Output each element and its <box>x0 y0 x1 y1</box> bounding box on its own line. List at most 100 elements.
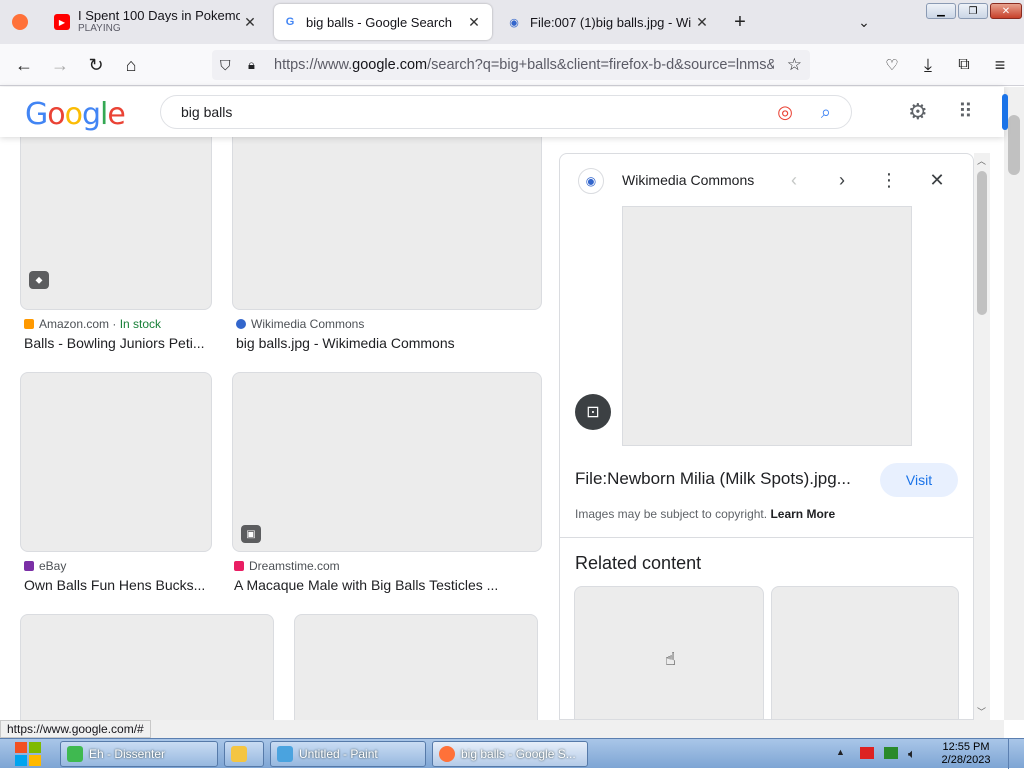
page-scroll-thumb[interactable] <box>1008 115 1020 175</box>
tracking-protection-icon[interactable]: ⛉ <box>220 57 231 74</box>
restore-button[interactable]: ❐ <box>958 3 988 19</box>
clock[interactable]: 12:55 PM 2/28/2023 <box>934 741 998 767</box>
tab-strip: ▶ I Spent 100 Days in Pokemon PLAYING ✕ … <box>0 0 1024 44</box>
result-image[interactable] <box>232 137 542 310</box>
result-title[interactable]: big balls.jpg - Wikimedia Commons <box>236 335 536 351</box>
logo-letter: G <box>25 97 48 132</box>
start-button[interactable] <box>8 740 48 768</box>
tab-title: I Spent 100 Days in Pokemon <box>78 9 240 22</box>
app-menu-icon[interactable]: ≡ <box>986 51 1014 79</box>
home-button[interactable]: ⌂ <box>117 51 145 79</box>
scroll-down-arrow-icon[interactable]: ﹀ <box>977 705 986 718</box>
preview-image[interactable] <box>622 206 912 446</box>
result-source[interactable]: Wikimedia Commons <box>236 317 364 331</box>
panel-header: ◉ Wikimedia Commons ‹ › ⋮ ✕ <box>560 154 973 206</box>
dissenter-icon <box>67 746 83 762</box>
taskbar-explorer[interactable] <box>224 741 264 767</box>
panel-source[interactable]: Wikimedia Commons <box>622 172 754 188</box>
new-tab-button[interactable]: + <box>726 8 754 36</box>
related-heading: Related content <box>575 553 702 573</box>
url-text[interactable]: https://www.google.com/search?q=big+ball… <box>274 57 774 73</box>
tab-wikimedia[interactable]: ◉ File:007 (1)big balls.jpg - Wiki ✕ <box>498 4 720 40</box>
search-icon[interactable]: ⌕ <box>821 102 831 123</box>
paint-icon <box>277 746 293 762</box>
scroll-up-arrow-icon[interactable]: ︿ <box>977 154 986 167</box>
list-all-tabs-icon[interactable]: ⌄ <box>850 8 878 36</box>
logo-letter: e <box>107 97 125 132</box>
taskbar-paint[interactable]: Untitled - Paint <box>270 741 426 767</box>
lock-icon[interactable]: 🔒︎ <box>248 57 255 73</box>
google-header: Google ◎ ⌕ ⚙ ⠿ <box>0 87 1004 137</box>
bookmark-star-icon[interactable]: ☆ <box>787 55 802 75</box>
logo-letter: o <box>47 97 65 132</box>
forward-button[interactable]: → <box>46 51 74 79</box>
tab-google-search[interactable]: G big balls - Google Search ✕ <box>274 4 492 40</box>
result-image[interactable]: ▣ <box>232 372 542 552</box>
result-image[interactable]: ⬥ <box>20 137 212 310</box>
apps-grid-icon[interactable]: ⠿ <box>958 99 973 124</box>
lens-search-icon[interactable]: ⊡ <box>575 394 611 430</box>
visit-button[interactable]: Visit <box>880 463 958 497</box>
more-options-icon[interactable]: ⋮ <box>877 168 901 192</box>
result-title[interactable]: A Macaque Male with Big Balls Testicles … <box>234 577 540 593</box>
related-image[interactable] <box>771 586 959 719</box>
result-image[interactable] <box>20 372 212 552</box>
google-logo[interactable]: Google <box>25 97 126 132</box>
reload-button[interactable]: ↻ <box>82 51 110 79</box>
google-lens-icon[interactable]: ◎ <box>777 102 793 123</box>
minimize-button[interactable]: ▁ <box>926 3 956 19</box>
taskbar: Eh - Dissenter Untitled - Paint big ball… <box>0 738 1024 769</box>
downloads-icon[interactable]: ⤓ <box>914 51 942 79</box>
navigation-toolbar: ← → ↻ ⌂ ⛉ 🔒︎ https://www.google.com/sear… <box>0 44 1024 86</box>
copyright-notice: Images may be subject to copyright. Lear… <box>575 507 836 521</box>
close-icon[interactable]: ✕ <box>925 168 949 192</box>
settings-gear-icon[interactable]: ⚙ <box>908 99 928 125</box>
image-results-grid: ⬥ Amazon.com · In stock Balls - Bowling … <box>0 137 548 720</box>
dreamstime-icon <box>234 561 244 571</box>
image-icon: ▣ <box>241 525 261 543</box>
tray-expand-icon[interactable]: ▲ <box>836 747 845 757</box>
taskbar-firefox[interactable]: big balls - Google S... <box>432 741 588 767</box>
close-tab-icon[interactable]: ✕ <box>692 14 712 31</box>
url-bar[interactable]: ⛉ 🔒︎ https://www.google.com/search?q=big… <box>212 50 810 80</box>
tray-network-icon[interactable] <box>884 747 898 759</box>
learn-more-link[interactable]: Learn More <box>770 507 835 521</box>
result-source[interactable]: eBay <box>24 559 66 573</box>
result-source[interactable]: Amazon.com · In stock <box>24 317 161 331</box>
result-image[interactable] <box>294 614 538 720</box>
panel-title[interactable]: File:Newborn Milia (Milk Spots).jpg... <box>575 469 870 489</box>
result-title[interactable]: Balls - Bowling Juniors Peti... <box>24 335 212 351</box>
result-title[interactable]: Own Balls Fun Hens Bucks... <box>24 577 212 593</box>
taskbar-dissenter[interactable]: Eh - Dissenter <box>60 741 218 767</box>
divider <box>560 537 973 538</box>
youtube-icon: ▶ <box>54 14 70 30</box>
back-button[interactable]: ← <box>10 51 38 79</box>
result-image[interactable] <box>20 614 274 720</box>
result-source[interactable]: Dreamstime.com <box>234 559 340 573</box>
wikimedia-icon <box>236 319 246 329</box>
previous-icon[interactable]: ‹ <box>782 168 806 192</box>
logo-letter: o <box>64 97 83 132</box>
search-box: ◎ ⌕ <box>160 95 852 129</box>
tray-flag-icon[interactable] <box>860 747 874 759</box>
image-preview-panel: ◉ Wikimedia Commons ‹ › ⋮ ✕ ⊡ File:Newbo… <box>559 153 974 720</box>
close-tab-icon[interactable]: ✕ <box>464 14 484 31</box>
close-tab-icon[interactable]: ✕ <box>240 14 260 31</box>
wikimedia-icon: ◉ <box>509 16 519 29</box>
show-desktop-button[interactable] <box>1008 739 1024 769</box>
pocket-icon[interactable]: ♡ <box>878 51 906 79</box>
panel-scroll-thumb[interactable] <box>977 171 987 315</box>
logo-letter: g <box>81 97 101 132</box>
extensions-icon[interactable]: ⧉ <box>950 51 978 79</box>
firefox-menu-icon[interactable] <box>4 4 40 40</box>
next-icon[interactable]: › <box>830 168 854 192</box>
tray-volume-icon[interactable]: 🔈︎ <box>908 746 916 762</box>
ebay-icon <box>24 561 34 571</box>
tab-youtube[interactable]: ▶ I Spent 100 Days in Pokemon PLAYING ✕ <box>46 4 268 40</box>
search-input[interactable] <box>181 104 741 120</box>
close-window-button[interactable]: ✕ <box>990 3 1022 19</box>
panel-scrollbar[interactable]: ︿ ﹀ <box>974 153 990 720</box>
related-image[interactable]: ☝ <box>574 586 764 719</box>
page-vertical-scrollbar[interactable] <box>1004 87 1024 720</box>
account-edge <box>1002 94 1008 130</box>
